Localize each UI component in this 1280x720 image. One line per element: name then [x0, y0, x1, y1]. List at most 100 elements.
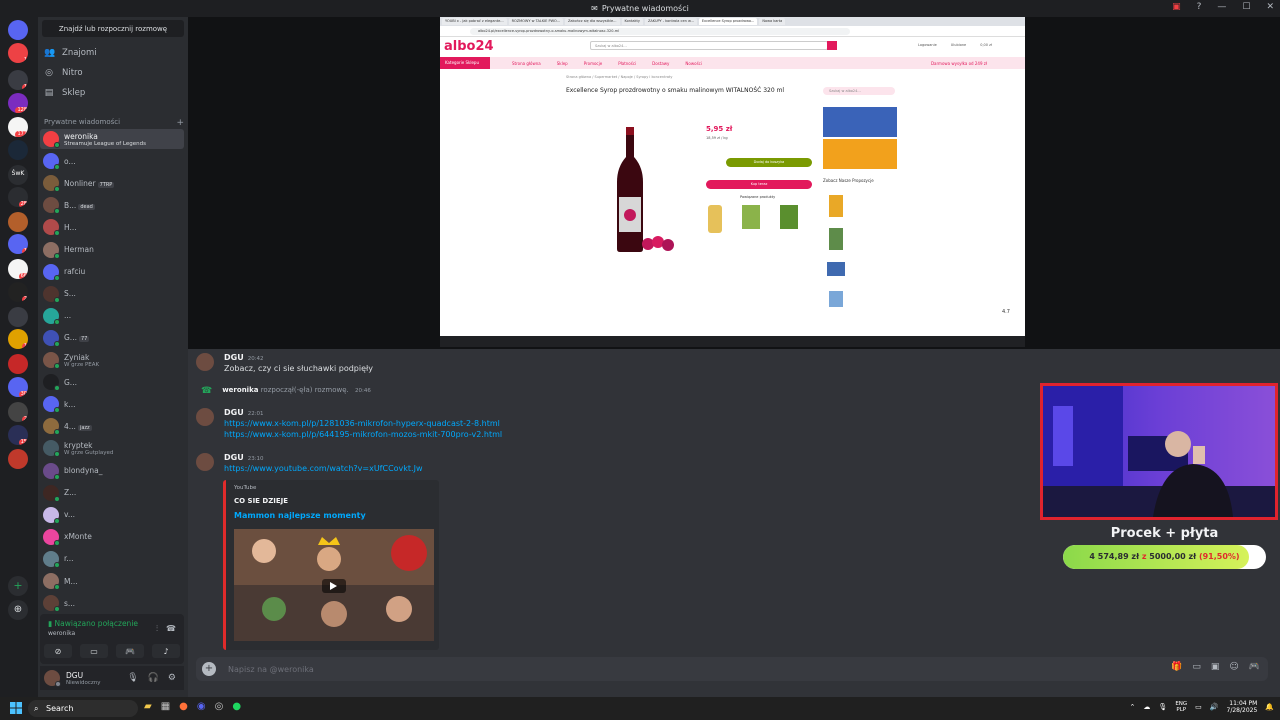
disconnect-icon[interactable]: ☎ — [166, 624, 176, 633]
clock[interactable]: 11:04 PM 7/28/2025 — [1227, 700, 1258, 714]
headphones-icon[interactable]: 🎧 — [148, 673, 159, 683]
discord-icon[interactable]: ◉ — [197, 701, 206, 712]
message-author[interactable]: DGU — [224, 453, 244, 462]
dm-item[interactable]: Herman — [40, 240, 184, 260]
dm-item[interactable]: s... — [40, 593, 184, 613]
user-info[interactable]: DGU Niewidoczny — [66, 671, 101, 686]
gift-icon[interactable]: 🎁 — [1171, 662, 1182, 672]
server-icon[interactable]: 1 — [8, 329, 28, 349]
dm-item[interactable]: 4... jazz — [40, 416, 184, 436]
dm-item[interactable]: M... — [40, 571, 184, 591]
activity-button[interactable]: 🎮 — [116, 644, 144, 658]
maximize-button[interactable]: ☐ — [1242, 2, 1250, 12]
inbox-icon[interactable]: ▣ — [1172, 2, 1181, 12]
screen-share-button[interactable]: ▭ — [80, 644, 108, 658]
server-icon[interactable] — [8, 307, 28, 327]
server-icon[interactable] — [8, 449, 28, 469]
server-icon[interactable]: 30 — [8, 377, 28, 397]
dm-item[interactable]: B... dead — [40, 195, 184, 215]
message-author[interactable]: DGU — [224, 408, 244, 417]
volume-icon[interactable]: 🔊 — [1210, 703, 1219, 711]
dm-item[interactable]: xMonte — [40, 527, 184, 547]
emoji-icon[interactable]: ☺ — [1229, 662, 1238, 672]
dm-item[interactable]: o... — [40, 151, 184, 171]
avatar[interactable] — [196, 453, 214, 471]
dm-item[interactable]: G... 77 — [40, 328, 184, 348]
server-icon[interactable]: 2 — [8, 402, 28, 422]
dm-item[interactable]: S... — [40, 284, 184, 304]
server-icon[interactable]: 128 — [8, 93, 28, 113]
help-icon[interactable]: ? — [1197, 2, 1202, 12]
store-icon[interactable]: ▦ — [161, 701, 170, 712]
dm-item[interactable]: Nonliner 7TRP — [40, 173, 184, 193]
embed-title[interactable]: Mammon najlepsze momenty — [234, 511, 366, 520]
attach-icon[interactable]: + — [202, 662, 216, 676]
dm-item[interactable]: ... — [40, 306, 184, 326]
embed-thumbnail[interactable] — [234, 529, 434, 641]
sticker-icon[interactable]: ▣ — [1211, 662, 1220, 672]
embed-author[interactable]: CO SIE DZIEJE — [234, 497, 288, 505]
discover-icon[interactable]: ⊕ — [8, 600, 28, 620]
system-message-author[interactable]: weronika — [222, 386, 258, 394]
message-link[interactable]: https://www.x-kom.pl/p/1281036-mikrofon-… — [224, 419, 502, 428]
language-indicator[interactable]: ENG PLP — [1175, 701, 1187, 713]
network-icon[interactable]: ▭ — [1195, 703, 1202, 711]
firefox-icon[interactable]: ● — [179, 701, 188, 712]
mic-icon[interactable]: 🎙 — [127, 673, 138, 683]
message-link[interactable]: https://www.x-kom.pl/p/644195-mikrofon-m… — [224, 430, 502, 439]
tray-chevron-icon[interactable]: ⌃ — [1130, 703, 1136, 711]
nav-nitro[interactable]: ◎ Nitro — [44, 68, 83, 78]
server-icon[interactable]: 15 — [8, 425, 28, 445]
dm-item[interactable]: H... — [40, 217, 184, 237]
gear-icon[interactable]: ⚙ — [168, 673, 176, 683]
server-icon[interactable] — [8, 212, 28, 232]
noise-suppression-icon[interactable]: ⫶ — [156, 624, 158, 634]
close-button[interactable]: ✕ — [1266, 2, 1274, 12]
minimize-button[interactable]: — — [1217, 2, 1226, 12]
dm-item[interactable]: blondyna_ — [40, 461, 184, 481]
avatar[interactable] — [196, 353, 214, 371]
server-icon[interactable]: ŚwK — [8, 165, 28, 185]
file-explorer-icon[interactable]: ▰ — [144, 701, 152, 712]
server-icon[interactable] — [8, 354, 28, 374]
server-icon[interactable]: 1 — [8, 234, 28, 254]
embed-provider[interactable]: YouTube — [234, 485, 256, 491]
dm-item[interactable]: G... — [40, 372, 184, 392]
find-conversation-button[interactable]: Znajdź lub rozpocznij rozmowę — [42, 20, 184, 37]
apps-icon[interactable]: 🎮 — [1249, 662, 1260, 672]
dm-item[interactable]: k... — [40, 394, 184, 414]
cloud-icon[interactable]: ☁ — [1143, 703, 1150, 711]
notification-icon[interactable]: 🔔 — [1265, 703, 1274, 711]
dm-item[interactable]: v... — [40, 505, 184, 525]
taskbar-search[interactable]: ⌕ Search — [28, 700, 138, 717]
dm-item[interactable]: r... — [40, 549, 184, 569]
dm-item[interactable]: weronika Streamuje League of Legends — [40, 129, 184, 149]
windows-start-icon[interactable] — [10, 702, 22, 714]
message-author[interactable]: DGU — [224, 353, 244, 362]
dm-item[interactable]: Zyniak W grze PEAK — [40, 350, 184, 370]
server-icon[interactable]: 1 — [8, 43, 28, 63]
nav-shop[interactable]: ▤ Sklep — [44, 88, 86, 98]
server-icon[interactable] — [8, 20, 28, 40]
add-server-icon[interactable]: + — [8, 576, 28, 596]
dm-item[interactable]: kryptek W grze Gutplayed — [40, 438, 184, 458]
server-icon[interactable] — [8, 140, 28, 160]
message-link[interactable]: https://www.youtube.com/watch?v=xUfCCovk… — [224, 464, 423, 473]
spotify-icon[interactable]: ● — [232, 701, 241, 712]
camera-button[interactable]: ⊘ — [44, 644, 72, 658]
mic-tray-icon[interactable]: 🎙 — [1158, 703, 1167, 711]
voice-channel[interactable]: weronika — [48, 630, 75, 637]
server-icon[interactable]: 2 — [8, 282, 28, 302]
dm-item[interactable]: rafciu — [40, 262, 184, 282]
nav-friends[interactable]: 👥 Znajomi — [44, 48, 97, 58]
server-icon[interactable]: 177 — [8, 117, 28, 137]
message-input[interactable]: Napisz na @weronika — [228, 665, 314, 674]
soundboard-button[interactable]: ♪ — [152, 644, 180, 658]
server-icon[interactable]: 66 — [8, 259, 28, 279]
obs-icon[interactable]: ◎ — [215, 701, 224, 712]
gif-icon[interactable]: ▭ — [1192, 662, 1201, 672]
avatar[interactable] — [44, 670, 61, 687]
server-icon[interactable]: 1 — [8, 70, 28, 90]
voice-status[interactable]: ▮ Nawiązano połączenie — [48, 619, 138, 628]
server-icon[interactable]: 28 — [8, 187, 28, 207]
